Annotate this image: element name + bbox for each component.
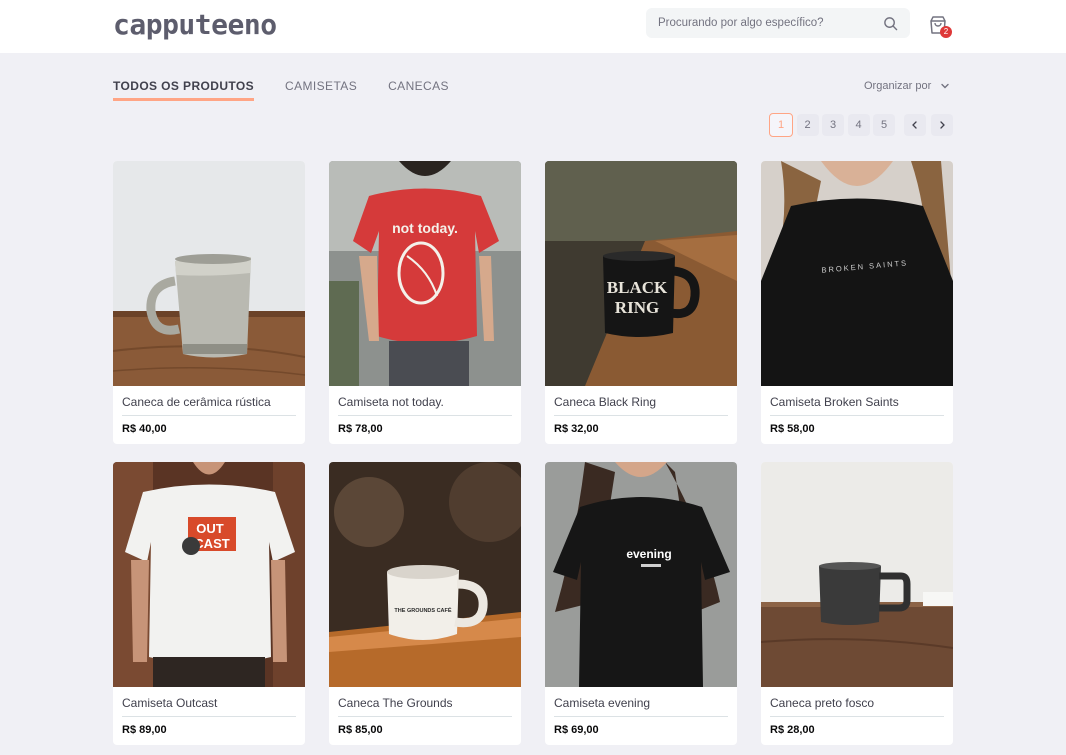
- product-info: Caneca The Grounds R$ 85,00: [329, 687, 521, 736]
- shirt-print-text: not today.: [392, 220, 458, 236]
- product-name: Camiseta not today.: [338, 394, 512, 416]
- product-info: Caneca de cerâmica rústica R$ 40,00: [113, 386, 305, 435]
- product-card[interactable]: OUT CAST Camiseta Outcast R$ 89,00: [113, 462, 305, 745]
- product-info: Camiseta not today. R$ 78,00: [329, 386, 521, 435]
- mug-print-text-bottom: RING: [615, 298, 659, 317]
- product-image[interactable]: evening: [545, 462, 737, 687]
- header: capputeeno Procurando por algo específic…: [0, 0, 1066, 53]
- product-image[interactable]: THE GROUNDS CAFÉ: [329, 462, 521, 687]
- product-price: R$ 28,00: [770, 724, 815, 736]
- tab-all-products[interactable]: TODOS OS PRODUTOS: [113, 79, 255, 101]
- product-image[interactable]: BROKEN SAINTS: [761, 161, 953, 386]
- product-name: Camiseta Broken Saints: [770, 394, 944, 416]
- shirt-print-text: evening: [626, 547, 671, 561]
- product-name: Camiseta Outcast: [122, 695, 296, 717]
- product-grid: Caneca de cerâmica rústica R$ 40,00 not …: [113, 161, 953, 745]
- product-price: R$ 89,00: [122, 724, 167, 736]
- cart-count-badge: 2: [940, 26, 952, 38]
- product-card[interactable]: THE GROUNDS CAFÉ Caneca The Grounds R$ 8…: [329, 462, 521, 745]
- product-name: Caneca Black Ring: [554, 394, 728, 416]
- previous-page-button[interactable]: [903, 114, 926, 136]
- category-tabs: TODOS OS PRODUTOS CAMISETAS CANECAS: [113, 79, 480, 101]
- product-image[interactable]: BLACK RING: [545, 161, 737, 386]
- chevron-right-icon: [939, 121, 945, 129]
- product-card[interactable]: BROKEN SAINTS Camiseta Broken Saints R$ …: [761, 161, 953, 444]
- search-input[interactable]: Procurando por algo específico?: [646, 8, 910, 38]
- product-name: Caneca preto fosco: [770, 695, 944, 717]
- product-price: R$ 40,00: [122, 423, 167, 435]
- product-image[interactable]: [761, 462, 953, 687]
- product-name: Caneca The Grounds: [338, 695, 512, 717]
- product-name: Camiseta evening: [554, 695, 728, 717]
- product-card[interactable]: BLACK RING Caneca Black Ring R$ 32,00: [545, 161, 737, 444]
- product-card[interactable]: Caneca de cerâmica rústica R$ 40,00: [113, 161, 305, 444]
- sort-label: Organizar por: [864, 80, 932, 92]
- product-card[interactable]: Caneca preto fosco R$ 28,00: [761, 462, 953, 745]
- product-name: Caneca de cerâmica rústica: [122, 394, 296, 416]
- search-icon[interactable]: [883, 16, 898, 31]
- page-button-2[interactable]: 2: [796, 114, 819, 136]
- tab-tshirts[interactable]: CAMISETAS: [285, 79, 357, 101]
- mug-print-text-top: BLACK: [607, 278, 668, 297]
- sort-dropdown[interactable]: Organizar por: [864, 80, 950, 92]
- page-button-3[interactable]: 3: [822, 114, 844, 136]
- chevron-down-icon: [941, 83, 949, 89]
- tab-mugs[interactable]: CANECAS: [388, 79, 449, 101]
- product-image[interactable]: [113, 161, 305, 386]
- next-page-button[interactable]: [930, 114, 953, 136]
- product-info: Camiseta evening R$ 69,00: [545, 687, 737, 736]
- product-price: R$ 69,00: [554, 724, 599, 736]
- product-price: R$ 78,00: [338, 423, 383, 435]
- page-button-5[interactable]: 5: [873, 114, 895, 136]
- product-card[interactable]: evening Camiseta evening R$ 69,00: [545, 462, 737, 745]
- chevron-left-icon: [911, 121, 917, 129]
- product-info: Caneca preto fosco R$ 28,00: [761, 687, 953, 736]
- page-button-1[interactable]: 1: [769, 113, 793, 137]
- mug-print-text: THE GROUNDS CAFÉ: [394, 606, 451, 614]
- logo[interactable]: capputeeno: [113, 8, 277, 41]
- page-button-4[interactable]: 4: [847, 114, 870, 136]
- pagination: 1 2 3 4 5: [769, 113, 953, 137]
- product-image[interactable]: not today.: [329, 161, 521, 386]
- search-placeholder: Procurando por algo específico?: [658, 17, 824, 29]
- product-price: R$ 32,00: [554, 423, 599, 435]
- product-info: Camiseta Outcast R$ 89,00: [113, 687, 305, 736]
- product-price: R$ 58,00: [770, 423, 815, 435]
- product-price: R$ 85,00: [338, 724, 383, 736]
- product-info: Caneca Black Ring R$ 32,00: [545, 386, 737, 435]
- product-image[interactable]: OUT CAST: [113, 462, 305, 687]
- shirt-print-text-top: OUT: [196, 521, 224, 536]
- product-info: Camiseta Broken Saints R$ 58,00: [761, 386, 953, 435]
- product-card[interactable]: not today. Camiseta not today. R$ 78,00: [329, 161, 521, 444]
